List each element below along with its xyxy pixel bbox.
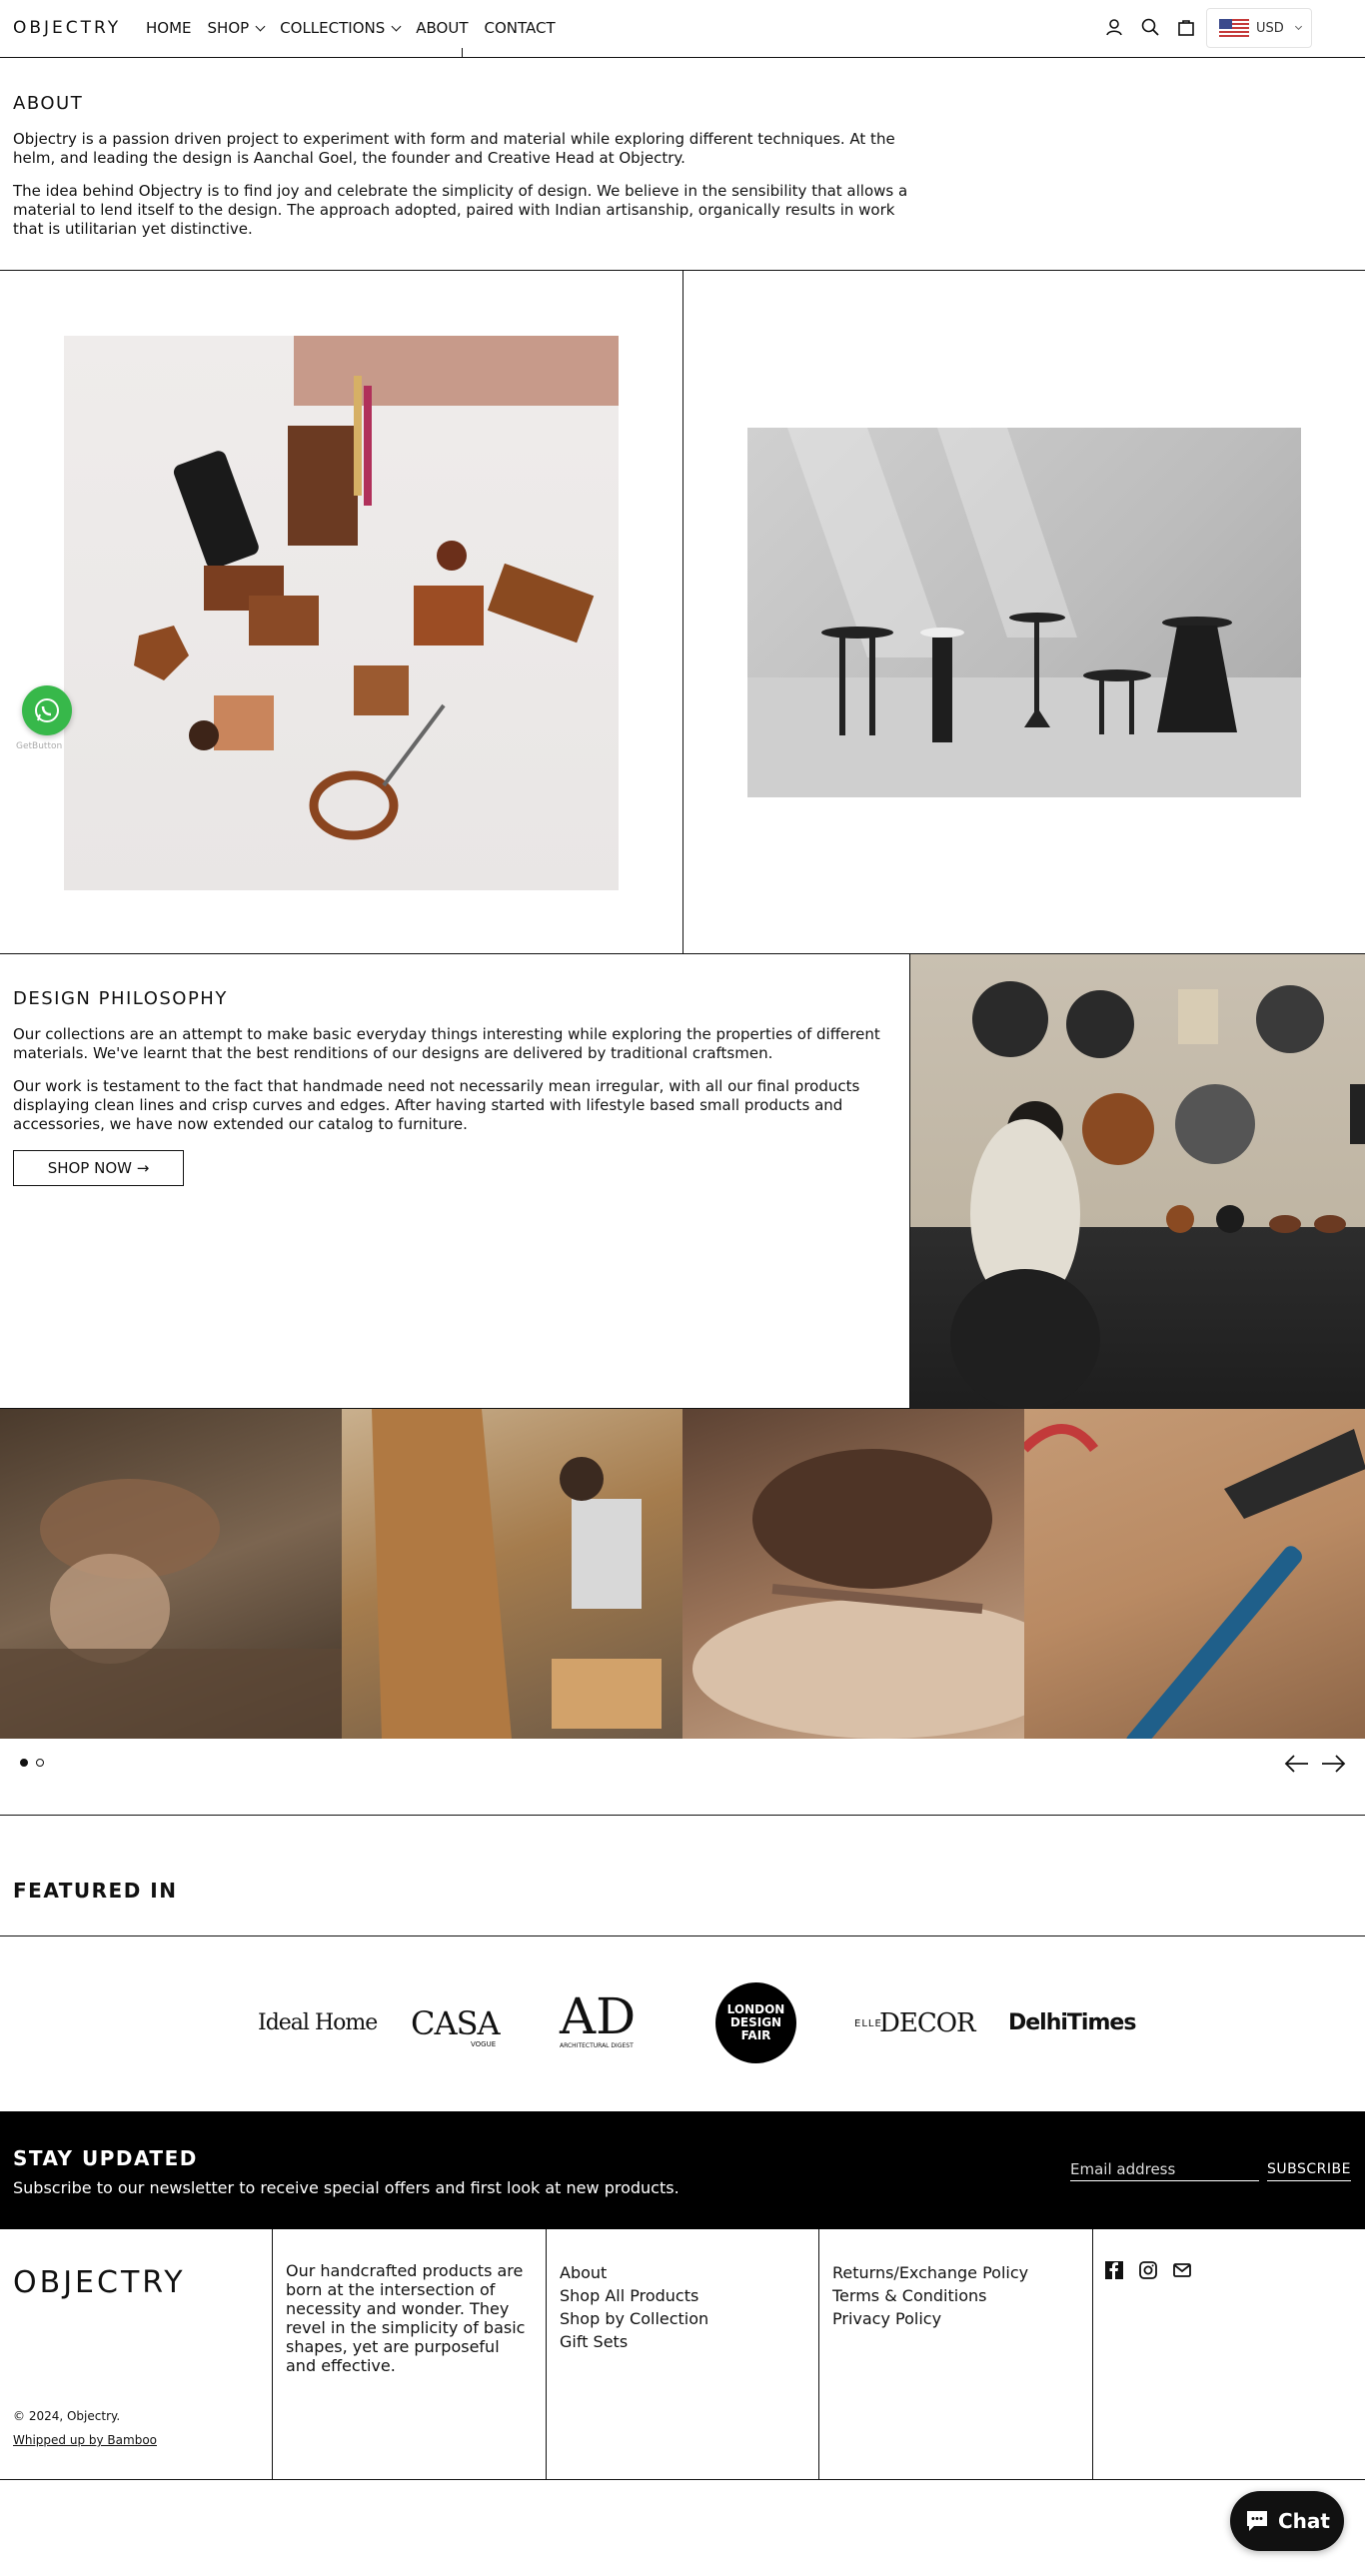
site-logo[interactable]: OBJECTRY bbox=[13, 18, 121, 38]
press-logo-decor: DECOR bbox=[879, 2008, 976, 2038]
facebook-icon[interactable] bbox=[1103, 2259, 1125, 2281]
arrow-left-icon[interactable] bbox=[1284, 1751, 1310, 1777]
footer-link-gift-sets[interactable]: Gift Sets bbox=[560, 2330, 708, 2353]
cart-icon[interactable] bbox=[1175, 16, 1197, 38]
philosophy-text: DESIGN PHILOSOPHY Our collections are an… bbox=[13, 988, 892, 1186]
nav-shop-label: SHOP bbox=[207, 19, 250, 37]
arrow-right-icon[interactable] bbox=[1320, 1751, 1346, 1777]
press-logo-casa-sub: VOGUE bbox=[471, 2040, 497, 2048]
press-logo-delhi-times: DelhiTimes bbox=[1008, 2010, 1136, 2035]
search-icon[interactable] bbox=[1139, 16, 1161, 38]
press-logo-ad-sub: ARCHITECTURAL DIGEST bbox=[560, 2042, 634, 2049]
chevron-down-icon bbox=[391, 21, 402, 31]
header-icons bbox=[1103, 16, 1197, 38]
nav-about-label: ABOUT bbox=[416, 19, 469, 37]
footer-links-policy: Returns/Exchange Policy Terms & Conditio… bbox=[832, 2261, 1028, 2330]
press-logo-ad: AD bbox=[560, 1987, 637, 2045]
account-icon[interactable] bbox=[1103, 16, 1125, 38]
carousel-slide-hands bbox=[682, 1409, 1024, 1739]
carousel-dot-1[interactable] bbox=[20, 1759, 28, 1767]
press-logo-elle: ELLE bbox=[854, 2018, 882, 2029]
currency-selector[interactable]: USD bbox=[1206, 8, 1312, 48]
footer-links-main: About Shop All Products Shop by Collecti… bbox=[560, 2261, 708, 2353]
press-logo-ideal-home: Ideal Home bbox=[258, 2010, 378, 2035]
footer-description: Our handcrafted products are born at the… bbox=[286, 2261, 526, 2375]
email-field[interactable] bbox=[1070, 2157, 1259, 2181]
nav-home[interactable]: HOME bbox=[146, 19, 192, 37]
carousel-dot-2[interactable] bbox=[36, 1759, 44, 1767]
us-flag-icon bbox=[1219, 19, 1249, 37]
nav-shop[interactable]: SHOP bbox=[207, 19, 266, 37]
featured-divider bbox=[0, 1935, 1365, 1936]
site-header: OBJECTRY HOME SHOP COLLECTIONS ABOUT CON… bbox=[0, 0, 1365, 58]
footer-divider bbox=[546, 2229, 547, 2480]
footer-copyright: © 2024, Objectry. bbox=[13, 2409, 121, 2423]
about-section: ABOUT Objectry is a passion driven proje… bbox=[13, 93, 912, 253]
chat-label: Chat bbox=[1278, 2509, 1330, 2533]
whatsapp-icon bbox=[35, 698, 59, 722]
chevron-down-icon bbox=[1294, 22, 1302, 31]
nav-active-indicator bbox=[462, 48, 463, 58]
about-paragraph-2: The idea behind Objectry is to find joy … bbox=[13, 182, 908, 238]
newsletter-subtitle: Subscribe to our newsletter to receive s… bbox=[13, 2178, 680, 2197]
footer-divider bbox=[272, 2229, 273, 2480]
nav-contact[interactable]: CONTACT bbox=[485, 19, 556, 37]
email-icon[interactable] bbox=[1171, 2259, 1193, 2281]
whatsapp-button[interactable] bbox=[22, 685, 72, 735]
philosophy-title: DESIGN PHILOSOPHY bbox=[13, 988, 228, 1009]
footer-link-returns[interactable]: Returns/Exchange Policy bbox=[832, 2261, 1028, 2284]
chevron-down-icon bbox=[255, 21, 266, 31]
footer-link-shop-collection[interactable]: Shop by Collection bbox=[560, 2307, 708, 2330]
footer-credit-link[interactable]: Whipped up by Bamboo bbox=[13, 2433, 157, 2447]
newsletter-section: STAY UPDATED Subscribe to our newsletter… bbox=[0, 2111, 1365, 2229]
chat-button[interactable]: Chat bbox=[1230, 2491, 1344, 2551]
footer-logo[interactable]: OBJECTRY bbox=[13, 2265, 186, 2300]
featured-title: FEATURED IN bbox=[13, 1879, 178, 1903]
press-logos: Ideal Home CASA VOGUE AD ARCHITECTURAL D… bbox=[0, 1982, 1365, 2064]
philosophy-paragraph-1: Our collections are an attempt to make b… bbox=[13, 1025, 880, 1062]
site-footer: OBJECTRY © 2024, Objectry. Whipped up by… bbox=[0, 2229, 1365, 2480]
footer-link-about[interactable]: About bbox=[560, 2261, 708, 2284]
founder-image bbox=[910, 954, 1365, 1409]
newsletter-title: STAY UPDATED bbox=[13, 2146, 198, 2170]
footer-link-shop-all[interactable]: Shop All Products bbox=[560, 2284, 708, 2307]
footer-divider bbox=[1092, 2229, 1093, 2480]
carousel-slide-carpenter bbox=[341, 1409, 682, 1739]
footer-divider bbox=[818, 2229, 819, 2480]
carousel-slide-tools bbox=[1023, 1409, 1365, 1739]
nav-about[interactable]: ABOUT bbox=[416, 19, 468, 37]
philosophy-paragraph-2: Our work is testament to the fact that h… bbox=[13, 1077, 860, 1133]
carousel-controls bbox=[0, 1739, 1365, 1816]
nav-collections-label: COLLECTIONS bbox=[280, 19, 386, 37]
carousel-slide-sanding bbox=[0, 1409, 342, 1739]
chat-bubble-icon bbox=[1247, 2511, 1267, 2531]
about-title: ABOUT bbox=[13, 93, 84, 114]
currency-label: USD bbox=[1256, 20, 1284, 36]
stools-image bbox=[747, 428, 1301, 797]
press-logo-casa: CASA bbox=[411, 2004, 501, 2042]
nav-collections[interactable]: COLLECTIONS bbox=[280, 19, 402, 37]
craft-carousel bbox=[0, 1409, 1365, 1739]
subscribe-button[interactable]: SUBSCRIBE bbox=[1267, 2157, 1351, 2181]
grid-divider bbox=[682, 271, 683, 953]
whatsapp-caption: GetButton bbox=[16, 741, 63, 751]
about-paragraph-1: Objectry is a passion driven project to … bbox=[13, 130, 895, 167]
nav-contact-label: CONTACT bbox=[484, 19, 556, 37]
press-logo-london-design-fair: LONDON DESIGN FAIR bbox=[715, 1982, 796, 2063]
instagram-icon[interactable] bbox=[1137, 2259, 1159, 2281]
footer-link-privacy[interactable]: Privacy Policy bbox=[832, 2307, 1028, 2330]
desk-accessories-image bbox=[64, 336, 619, 890]
shop-now-button[interactable]: SHOP NOW → bbox=[13, 1150, 184, 1186]
nav-home-label: HOME bbox=[146, 19, 192, 37]
footer-social bbox=[1103, 2259, 1193, 2281]
image-grid bbox=[0, 270, 1365, 954]
main-nav: HOME SHOP COLLECTIONS ABOUT CONTACT bbox=[146, 19, 572, 37]
footer-link-terms[interactable]: Terms & Conditions bbox=[832, 2284, 1028, 2307]
design-philosophy-section: DESIGN PHILOSOPHY Our collections are an… bbox=[0, 954, 1365, 1409]
